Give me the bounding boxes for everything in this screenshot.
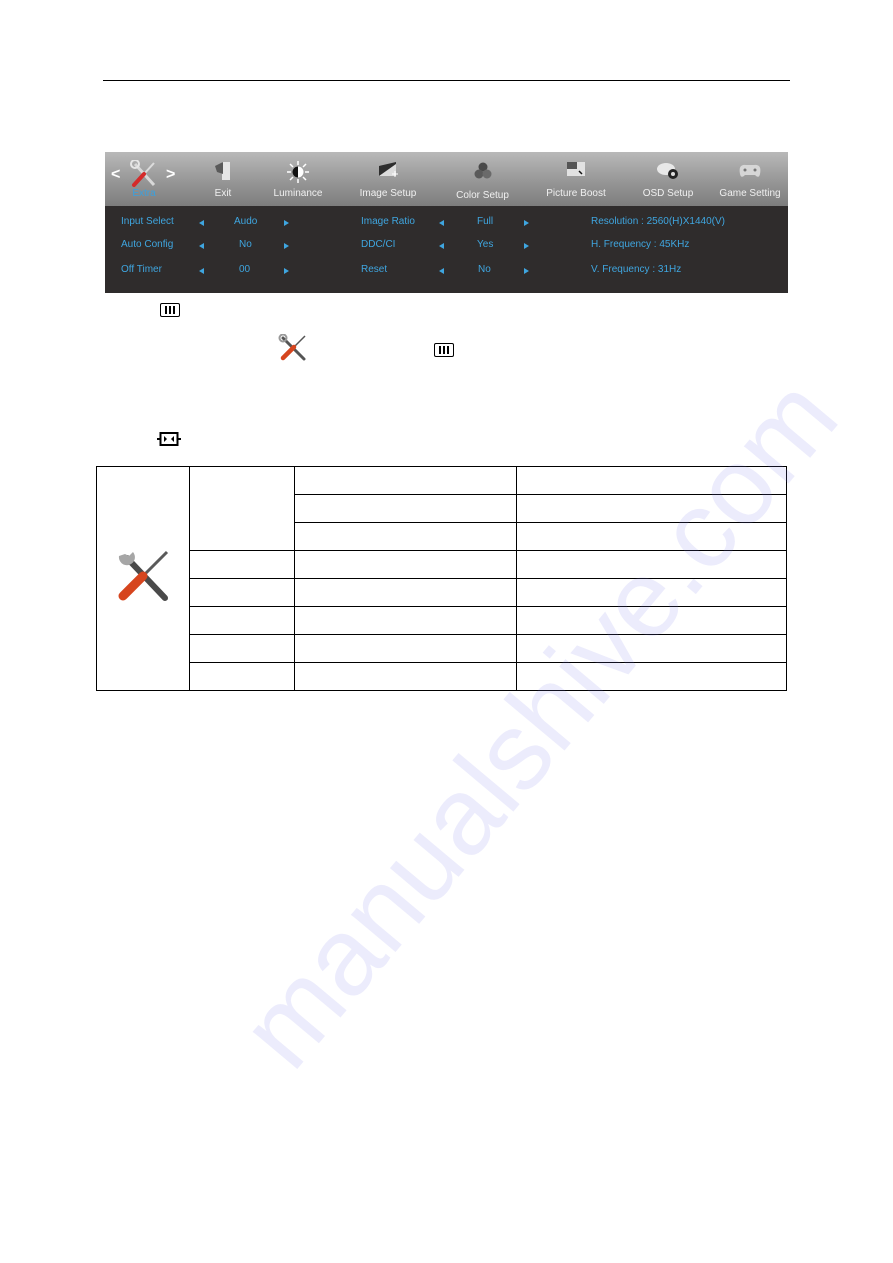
tools-icon bbox=[113, 550, 173, 610]
resolution-readout: Resolution : 2560(H)X1440(V) bbox=[591, 216, 725, 227]
setting-value-off-timer: 00 bbox=[239, 264, 251, 275]
menu-button-icon bbox=[160, 303, 180, 317]
table-cell bbox=[294, 494, 517, 523]
table-row bbox=[96, 466, 787, 691]
setting-label-off-timer[interactable]: Off Timer bbox=[121, 264, 162, 275]
table-cell bbox=[516, 550, 787, 579]
sun-icon bbox=[286, 160, 310, 189]
table-cell bbox=[294, 606, 517, 635]
tab-label: Luminance bbox=[273, 188, 323, 199]
table-cell bbox=[294, 550, 517, 579]
table-cell bbox=[516, 662, 787, 691]
table-cell bbox=[189, 606, 295, 635]
arrow-left-icon[interactable] bbox=[439, 268, 444, 274]
setting-value-input-select: Audo bbox=[234, 216, 258, 227]
table-row bbox=[97, 634, 787, 663]
image-setup-icon bbox=[376, 160, 400, 187]
tab-luminance[interactable]: Luminance bbox=[268, 152, 328, 206]
table-icon-cell bbox=[96, 466, 190, 691]
table-cell bbox=[294, 634, 517, 663]
header-rule bbox=[103, 80, 790, 81]
table-cell bbox=[516, 522, 787, 551]
tab-color-setup[interactable]: Color Setup bbox=[450, 152, 515, 206]
picture-boost-icon bbox=[565, 160, 587, 185]
arrow-left-icon[interactable] bbox=[199, 268, 204, 274]
setting-value-image-ratio: Full bbox=[477, 216, 494, 227]
v-frequency-readout: V. Frequency : 31Hz bbox=[591, 264, 682, 275]
color-circles-icon bbox=[472, 160, 494, 187]
tab-label: OSD Setup bbox=[642, 188, 694, 199]
tab-label: Extra bbox=[132, 188, 156, 199]
tab-label: Color Setup bbox=[456, 190, 509, 201]
table-cell bbox=[189, 634, 295, 663]
table-row bbox=[97, 578, 787, 607]
tab-label: Image Setup bbox=[359, 188, 417, 199]
table-cell bbox=[516, 578, 787, 607]
setting-label-input-select[interactable]: Input Select bbox=[121, 216, 174, 227]
watermark: manualshive.com bbox=[216, 355, 861, 1091]
tab-game-setting[interactable]: Game Setting bbox=[715, 152, 785, 206]
table-cell bbox=[189, 550, 295, 579]
table-cell bbox=[294, 522, 517, 551]
setting-label-auto-config[interactable]: Auto Config bbox=[121, 239, 173, 250]
osd-tab-bar: < > Extra Exit Luminance Image Setup Col… bbox=[105, 152, 788, 206]
tools-icon bbox=[278, 333, 308, 367]
setting-label-ddc-ci[interactable]: DDC/CI bbox=[361, 239, 395, 250]
table-row bbox=[97, 662, 787, 691]
tab-image-setup[interactable]: Image Setup bbox=[353, 152, 423, 206]
osd-setup-icon bbox=[655, 160, 681, 187]
arrow-right-icon[interactable] bbox=[284, 268, 289, 274]
tab-label: Picture Boost bbox=[546, 188, 606, 199]
osd-settings-panel: Input Select Audo Auto Config No Off Tim… bbox=[105, 206, 788, 293]
menu-button-icon bbox=[434, 343, 454, 357]
tab-exit[interactable]: Exit bbox=[198, 152, 248, 206]
tab-extra[interactable]: Extra bbox=[119, 152, 169, 206]
setting-value-auto-config: No bbox=[239, 239, 252, 250]
arrow-left-icon[interactable] bbox=[439, 243, 444, 249]
table-cell bbox=[189, 662, 295, 691]
tab-picture-boost[interactable]: Picture Boost bbox=[540, 152, 612, 206]
table-row bbox=[97, 606, 787, 635]
table-cell bbox=[189, 466, 295, 551]
osd-menu: < > Extra Exit Luminance Image Setup Col… bbox=[105, 152, 788, 293]
source-button-icon bbox=[157, 432, 181, 451]
table-cell bbox=[516, 494, 787, 523]
arrow-right-icon[interactable] bbox=[524, 243, 529, 249]
extra-settings-table bbox=[96, 466, 787, 691]
arrow-left-icon[interactable] bbox=[199, 243, 204, 249]
table-cell bbox=[516, 634, 787, 663]
table-cell bbox=[294, 578, 517, 607]
arrow-right-icon[interactable] bbox=[284, 243, 289, 249]
table-cell bbox=[189, 578, 295, 607]
table-cell bbox=[516, 606, 787, 635]
arrow-right-icon[interactable] bbox=[524, 220, 529, 226]
arrow-left-icon[interactable] bbox=[439, 220, 444, 226]
tab-osd-setup[interactable]: OSD Setup bbox=[633, 152, 703, 206]
table-row bbox=[97, 550, 787, 579]
arrow-right-icon[interactable] bbox=[524, 268, 529, 274]
table-cell bbox=[294, 662, 517, 691]
setting-value-reset: No bbox=[478, 264, 491, 275]
table-cell bbox=[294, 466, 517, 495]
h-frequency-readout: H. Frequency : 45KHz bbox=[591, 239, 690, 250]
setting-value-ddc-ci: Yes bbox=[477, 239, 494, 250]
gamepad-icon bbox=[736, 160, 764, 187]
tab-label: Game Setting bbox=[719, 188, 781, 199]
table-cell bbox=[516, 466, 787, 495]
exit-icon bbox=[213, 160, 233, 187]
setting-label-image-ratio[interactable]: Image Ratio bbox=[361, 216, 415, 227]
arrow-left-icon[interactable] bbox=[199, 220, 204, 226]
arrow-right-icon[interactable] bbox=[284, 220, 289, 226]
tab-label: Exit bbox=[214, 188, 232, 199]
setting-label-reset[interactable]: Reset bbox=[361, 264, 387, 275]
